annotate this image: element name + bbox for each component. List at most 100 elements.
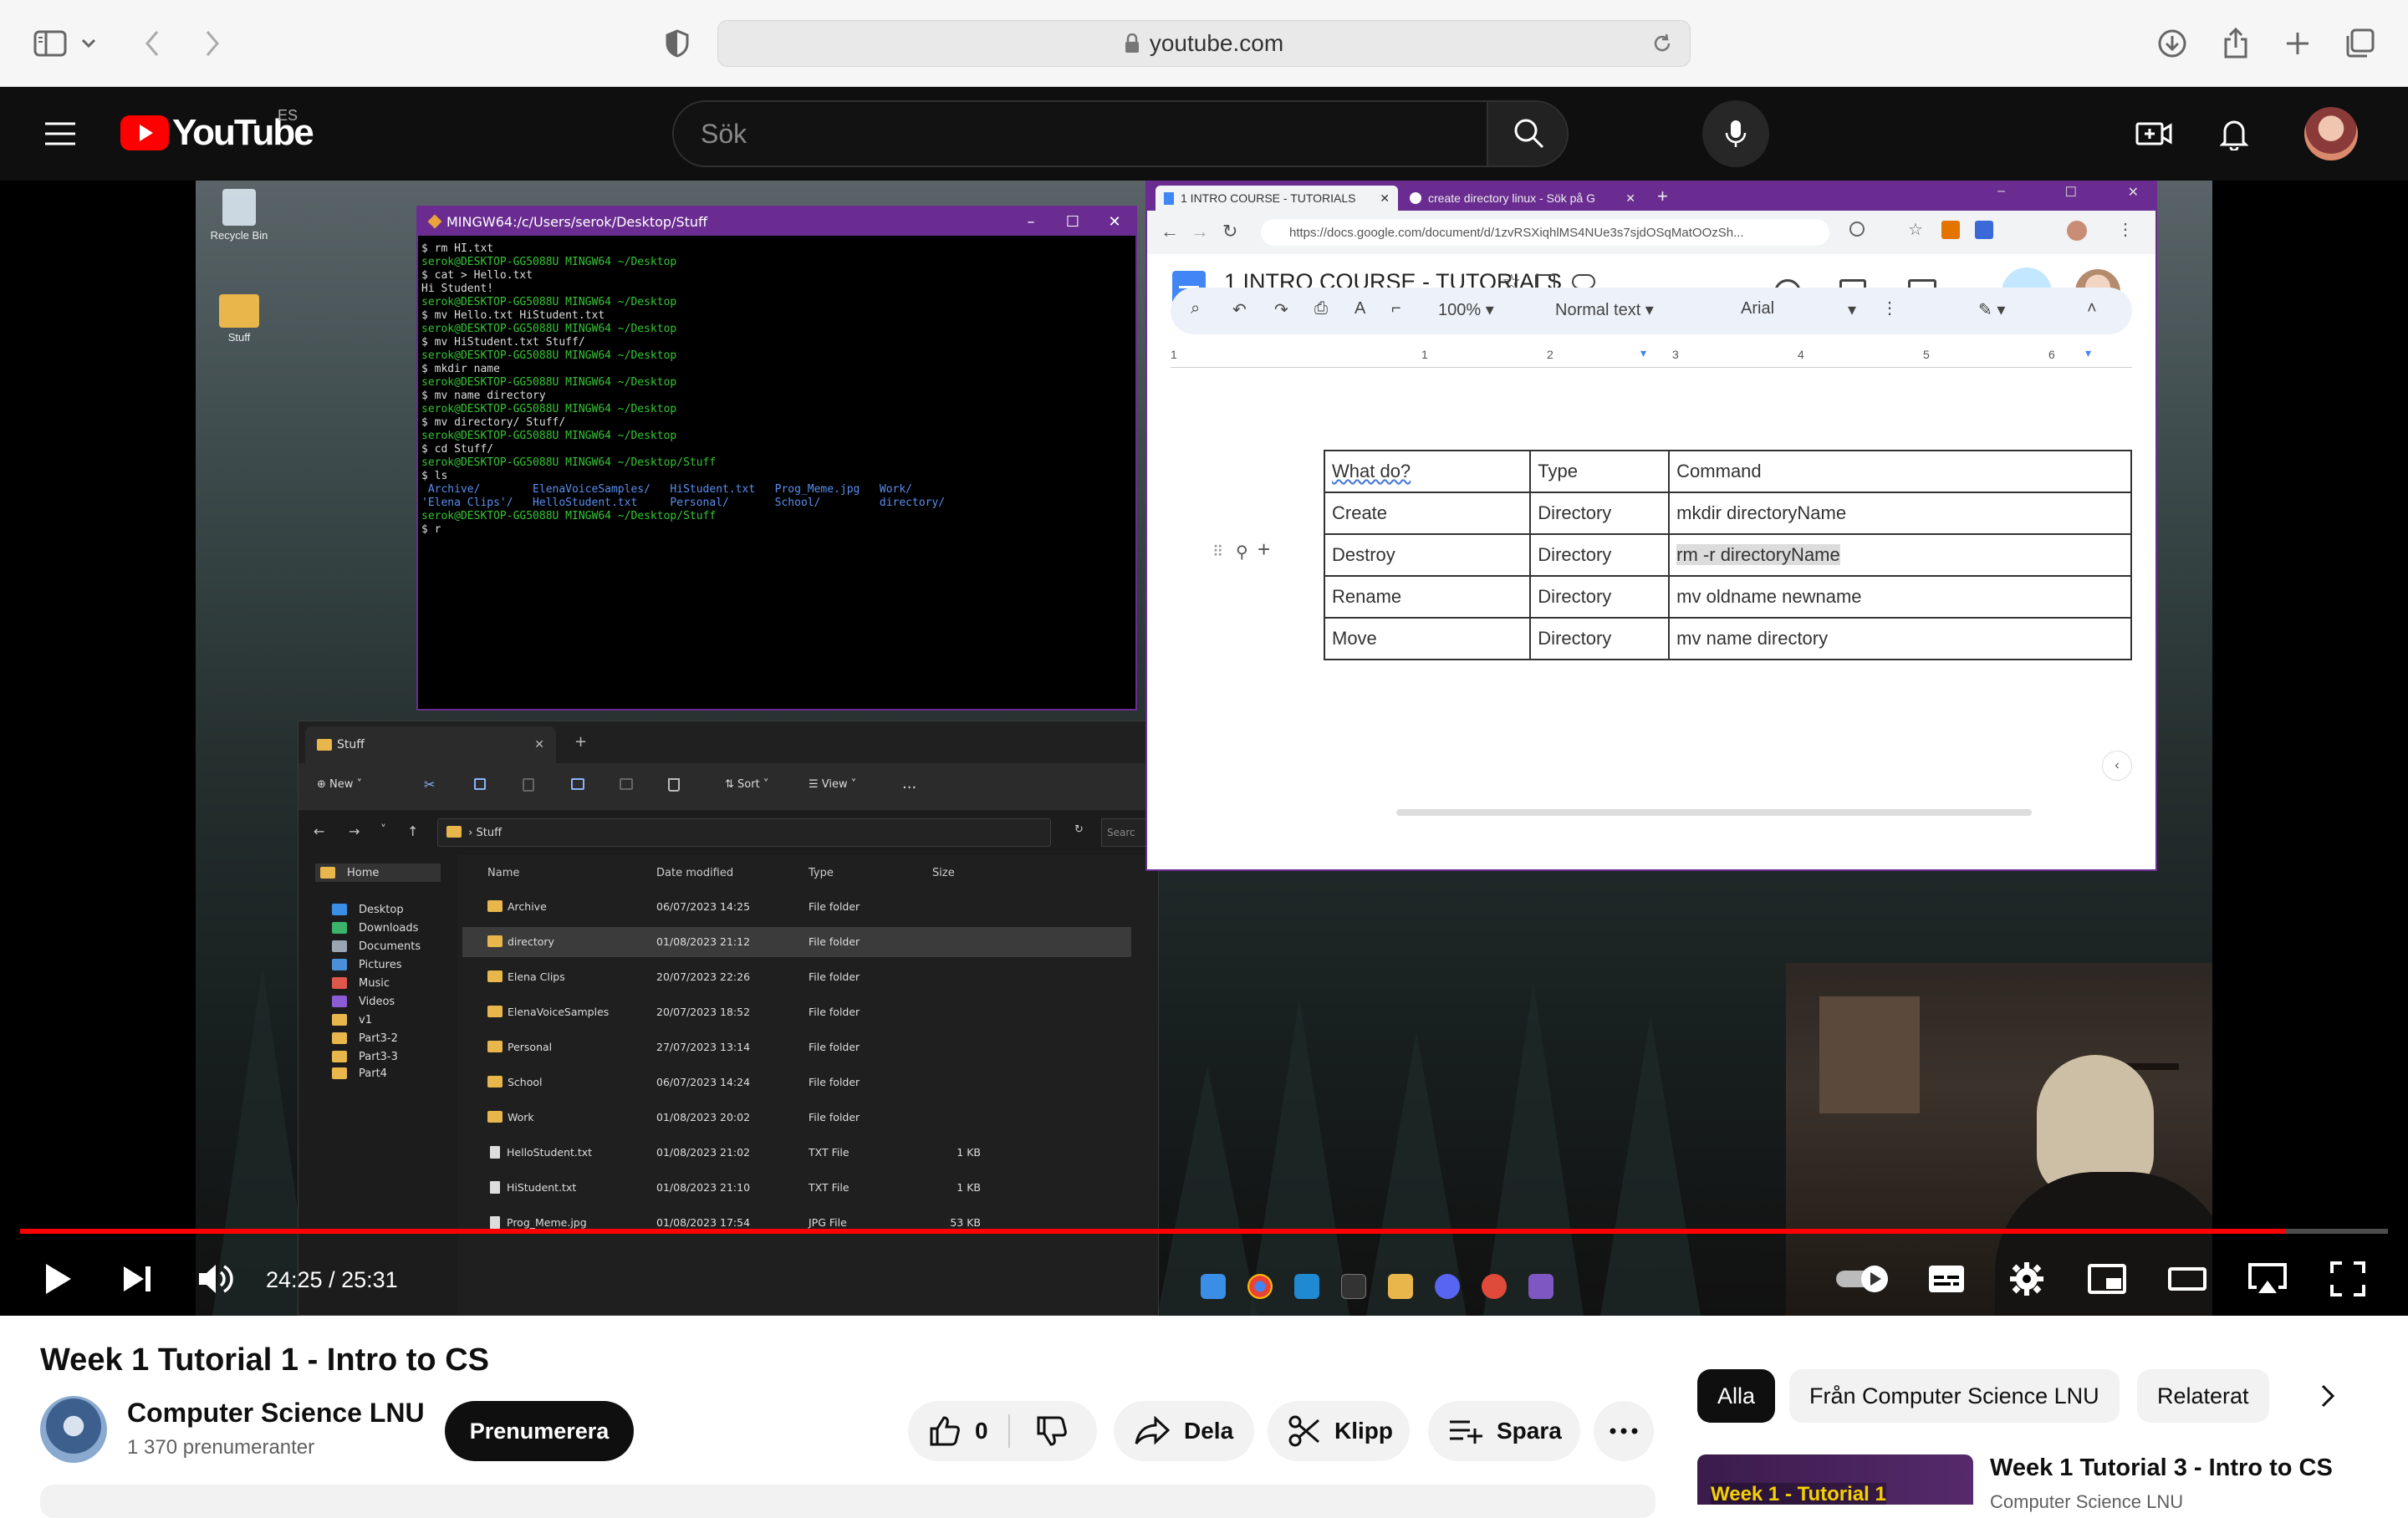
chevron-down-icon[interactable]: ▾ (1848, 299, 1856, 320)
docs-table-cell[interactable]: mv name directory (1668, 617, 2132, 660)
docs-table-cell[interactable]: Directory (1529, 533, 1671, 577)
subscribe-button[interactable]: Prenumerera (445, 1401, 634, 1461)
copy-icon[interactable] (474, 778, 486, 790)
reload-icon[interactable]: ↻ (1222, 221, 1237, 242)
settings-button[interactable] (2003, 1256, 2050, 1302)
profile-avatar[interactable] (2067, 221, 2087, 241)
file-row[interactable]: HiStudent.txt 01/08/2023 21:10 TXT File 1 K… (462, 1173, 1131, 1203)
tab-overview-icon[interactable] (2341, 25, 2378, 62)
chrome-address-bar[interactable]: https://docs.google.com/document/d/1zvRS… (1261, 219, 1829, 246)
notifications-bell-icon[interactable] (2214, 114, 2254, 154)
file-row[interactable]: Elena Clips 20/07/2023 22:26 File folder (462, 962, 1131, 992)
column-header-date[interactable]: Date modified (656, 867, 733, 879)
progress-bar[interactable] (20, 1229, 2388, 1234)
docs-table-cell[interactable]: What do? (1323, 450, 1532, 493)
paste-icon[interactable] (523, 778, 534, 792)
desktop-icon-stuff[interactable]: Stuff (206, 294, 273, 344)
back-icon[interactable]: ← (1161, 221, 1179, 242)
miniplayer-button[interactable] (2084, 1256, 2130, 1302)
pin-icon[interactable]: ⚲ (1236, 542, 1248, 563)
privacy-shield-icon[interactable] (659, 25, 696, 62)
minimize-icon[interactable]: – (1997, 184, 2005, 199)
docs-table[interactable]: What do? Type Command Create Directory mkdir … (1323, 450, 2132, 660)
indent-marker-icon[interactable]: ▾ (1640, 346, 1646, 360)
nav-item-part3-2[interactable]: Part3-2 (332, 1029, 398, 1047)
autoplay-toggle[interactable] (1831, 1256, 1898, 1302)
nav-item-part3-3[interactable]: Part3-3 (332, 1047, 398, 1066)
maximize-icon[interactable]: ☐ (1052, 207, 1094, 236)
chrome-menu-icon[interactable]: ⋮ (2117, 219, 2134, 240)
column-header-name[interactable]: Name (487, 867, 519, 879)
more-options-icon[interactable]: ... (902, 775, 916, 792)
docs-table-cell[interactable]: mv oldname newname (1668, 575, 2132, 619)
forward-icon[interactable] (194, 25, 231, 62)
docs-table-cell[interactable]: mkdir directoryName (1668, 492, 2132, 535)
file-explorer-window[interactable]: Stuff ✕ + ⊕ New ˅ ✂ ⇅ Sort ˅ ☰ View ˅ ..… (298, 721, 1160, 1316)
forward-icon[interactable]: → (349, 823, 360, 839)
share-icon[interactable] (2217, 25, 2254, 62)
fullscreen-button[interactable] (2324, 1256, 2371, 1302)
new-tab-plus-icon[interactable]: + (1657, 186, 1668, 207)
like-count[interactable]: 0 (975, 1418, 988, 1444)
docs-page[interactable]: ⠿ ⚲ + What do? Type Command Create Directory… (1171, 369, 2132, 821)
forward-icon[interactable]: → (1191, 221, 1209, 242)
sidebar-toggle-icon[interactable] (32, 25, 69, 62)
file-row[interactable]: directory 01/08/2023 21:12 File folder (462, 927, 1131, 957)
download-icon[interactable] (2154, 25, 2191, 62)
subtitles-button[interactable] (1923, 1256, 1970, 1302)
file-row[interactable]: HelloStudent.txt 01/08/2023 21:02 TXT File… (462, 1138, 1131, 1168)
nav-item-v1[interactable]: v1 (332, 1011, 372, 1029)
extension-icon[interactable] (1941, 221, 1960, 239)
close-tab-icon[interactable]: ✕ (534, 738, 544, 751)
more-icon[interactable]: ⋮ (1881, 298, 1898, 318)
view-button[interactable]: ☰ View ˅ (809, 778, 856, 791)
thumbs-up-icon[interactable] (928, 1414, 962, 1448)
tab-docs[interactable]: 1 INTRO COURSE - TUTORIALS ✕ (1156, 186, 1398, 211)
desktop-icon-recycle-bin[interactable]: Recycle Bin (206, 189, 273, 242)
search-menus-icon[interactable]: ⌕ (1191, 299, 1200, 318)
back-icon[interactable] (134, 25, 171, 62)
chips-next-button[interactable] (2308, 1376, 2348, 1416)
channel-avatar[interactable] (40, 1396, 107, 1463)
channel-name[interactable]: Computer Science LNU (127, 1398, 425, 1429)
horizontal-scrollbar[interactable] (1396, 809, 2032, 816)
file-row[interactable]: Work 01/08/2023 20:02 File folder (462, 1103, 1131, 1133)
menu-icon[interactable] (40, 114, 80, 154)
zoom-icon[interactable] (1849, 222, 1865, 237)
docs-table-cell[interactable]: Rename (1323, 575, 1532, 619)
explorer-path-bar[interactable]: › Stuff (437, 818, 1051, 847)
reload-icon[interactable] (1651, 33, 1673, 54)
column-header-type[interactable]: Type (809, 867, 834, 879)
docs-table-cell[interactable]: Create (1323, 492, 1532, 535)
voice-search-button[interactable] (1702, 100, 1769, 167)
nav-item-pictures[interactable]: Pictures (332, 955, 401, 974)
docs-table-cell[interactable]: Directory (1529, 617, 1671, 660)
nav-item-documents[interactable]: Documents (332, 937, 421, 955)
docs-table-cell[interactable]: Directory (1529, 575, 1671, 619)
file-row[interactable]: School 06/07/2023 14:24 File folder (462, 1067, 1131, 1098)
sort-button[interactable]: ⇅ Sort ˅ (725, 778, 768, 791)
close-icon[interactable]: ✕ (1094, 207, 1135, 236)
print-icon[interactable]: ⎙ (1314, 299, 1328, 318)
create-video-icon[interactable] (2134, 114, 2174, 154)
chip-all[interactable]: Alla (1697, 1369, 1776, 1423)
file-row[interactable]: Personal 27/07/2023 13:14 File folder (462, 1032, 1131, 1062)
new-tab-plus-icon[interactable]: + (574, 733, 587, 751)
thumbs-down-icon[interactable] (1035, 1414, 1069, 1448)
theater-mode-button[interactable] (2164, 1256, 2211, 1302)
indent-marker-icon[interactable]: ▾ (2085, 346, 2091, 360)
docs-table-cell[interactable]: Directory (1529, 492, 1671, 535)
nav-item-music[interactable]: Music (332, 974, 390, 992)
description-box[interactable] (40, 1485, 1656, 1518)
up-icon[interactable]: ↑ (407, 823, 418, 839)
nav-item-downloads[interactable]: Downloads (332, 919, 418, 937)
docs-table-cell[interactable]: Command (1668, 450, 2132, 493)
chevron-down-icon[interactable] (77, 25, 100, 62)
search-input[interactable] (674, 102, 1485, 166)
save-button[interactable]: Spara (1428, 1401, 1580, 1461)
add-row-icon[interactable]: + (1258, 537, 1270, 563)
terminal-window[interactable]: MINGW64:/c/Users/serok/Desktop/Stuff – ☐… (416, 206, 1137, 711)
airplay-button[interactable] (2244, 1256, 2291, 1302)
editing-mode-icon[interactable]: ✎ ▾ (1978, 299, 2005, 320)
column-header-size[interactable]: Size (932, 867, 955, 879)
